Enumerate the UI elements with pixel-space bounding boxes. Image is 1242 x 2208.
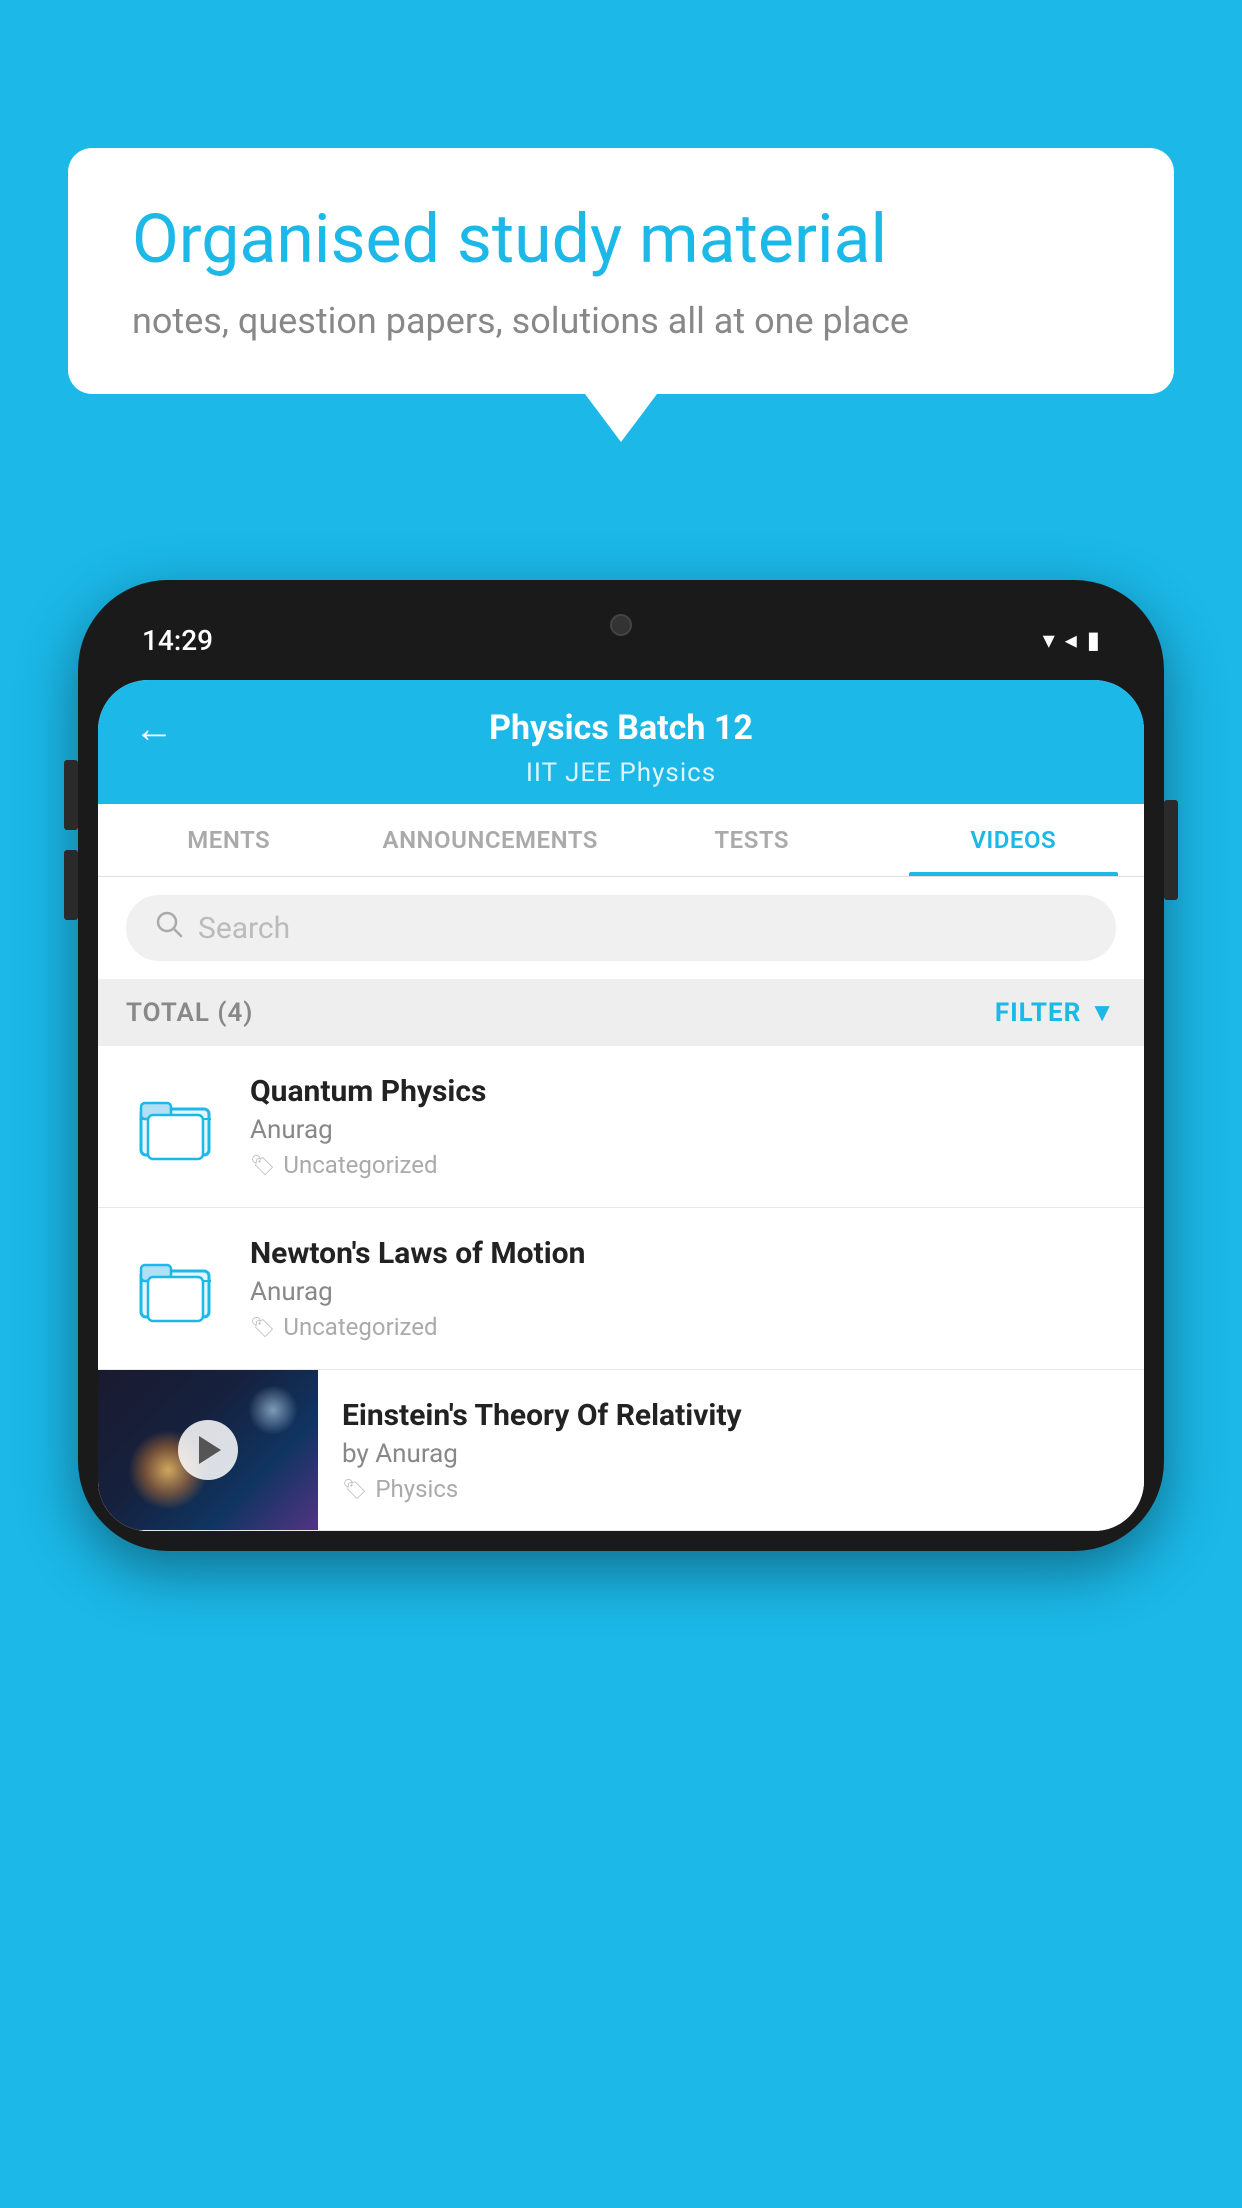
tabs-bar: MENTS ANNOUNCEMENTS TESTS VIDEOS bbox=[98, 804, 1144, 877]
tag-icon: 🏷 bbox=[250, 1153, 275, 1177]
speech-bubble-wrapper: Organised study material notes, question… bbox=[68, 148, 1174, 442]
video-info: Newton's Laws of Motion Anurag 🏷 Uncateg… bbox=[250, 1236, 1116, 1341]
search-container: Search bbox=[98, 877, 1144, 979]
header-subtitle: IIT JEE Physics bbox=[134, 758, 1108, 804]
list-item[interactable]: Newton's Laws of Motion Anurag 🏷 Uncateg… bbox=[98, 1208, 1144, 1370]
video-thumbnail-image bbox=[98, 1370, 318, 1530]
filter-button[interactable]: FILTER ▼ bbox=[995, 997, 1116, 1028]
filter-icon: ▼ bbox=[1089, 997, 1116, 1028]
tab-ments[interactable]: MENTS bbox=[98, 804, 360, 876]
list-item[interactable]: Einstein's Theory Of Relativity by Anura… bbox=[98, 1370, 1144, 1531]
tag-label: Uncategorized bbox=[283, 1313, 437, 1341]
battery-icon: ▮ bbox=[1087, 626, 1100, 654]
filter-bar: TOTAL (4) FILTER ▼ bbox=[98, 979, 1144, 1046]
search-bar[interactable]: Search bbox=[126, 895, 1116, 961]
signal-icon: ◂ bbox=[1065, 626, 1077, 654]
thumb-glow2 bbox=[248, 1385, 298, 1435]
play-button[interactable] bbox=[178, 1420, 238, 1480]
status-icons: ▾ ◂ ▮ bbox=[1043, 626, 1100, 654]
video-author: Anurag bbox=[250, 1115, 1116, 1145]
phone-frame: 14:29 ▾ ◂ ▮ ← Physics Batch 12 IIT JEE P… bbox=[78, 580, 1164, 1551]
wifi-icon: ▾ bbox=[1043, 626, 1055, 654]
tag-icon: 🏷 bbox=[342, 1477, 367, 1501]
video-tag: 🏷 Uncategorized bbox=[250, 1151, 1116, 1179]
volume-up-button[interactable] bbox=[64, 760, 78, 830]
tab-videos[interactable]: VIDEOS bbox=[883, 804, 1145, 876]
video-title: Quantum Physics bbox=[250, 1074, 1116, 1109]
status-bar: 14:29 ▾ ◂ ▮ bbox=[98, 600, 1144, 680]
list-item[interactable]: Quantum Physics Anurag 🏷 Uncategorized bbox=[98, 1046, 1144, 1208]
video-thumbnail bbox=[126, 1077, 226, 1177]
camera bbox=[610, 614, 632, 636]
search-placeholder: Search bbox=[198, 911, 290, 946]
video-tag: 🏷 Uncategorized bbox=[250, 1313, 1116, 1341]
phone-notch bbox=[551, 600, 691, 650]
video-thumbnail bbox=[126, 1239, 226, 1339]
page-title: Physics Batch 12 bbox=[489, 708, 753, 748]
video-info: Quantum Physics Anurag 🏷 Uncategorized bbox=[250, 1074, 1116, 1179]
tag-label: Physics bbox=[375, 1475, 458, 1503]
volume-down-button[interactable] bbox=[64, 850, 78, 920]
power-button[interactable] bbox=[1164, 800, 1178, 900]
video-author: by Anurag bbox=[342, 1439, 1120, 1469]
video-title: Einstein's Theory Of Relativity bbox=[342, 1398, 1120, 1433]
app-header: ← Physics Batch 12 IIT JEE Physics bbox=[98, 680, 1144, 804]
tag-label: Uncategorized bbox=[283, 1151, 437, 1179]
speech-bubble-subtitle: notes, question papers, solutions all at… bbox=[132, 300, 1110, 342]
filter-label: FILTER bbox=[995, 998, 1081, 1028]
video-title: Newton's Laws of Motion bbox=[250, 1236, 1116, 1271]
phone-wrapper: 14:29 ▾ ◂ ▮ ← Physics Batch 12 IIT JEE P… bbox=[78, 580, 1164, 1551]
status-time: 14:29 bbox=[142, 624, 213, 657]
speech-bubble-title: Organised study material bbox=[132, 200, 1110, 278]
total-count: TOTAL (4) bbox=[126, 998, 253, 1028]
play-icon bbox=[199, 1436, 221, 1464]
video-author: Anurag bbox=[250, 1277, 1116, 1307]
search-icon bbox=[154, 909, 184, 947]
tab-tests[interactable]: TESTS bbox=[621, 804, 883, 876]
video-list: Quantum Physics Anurag 🏷 Uncategorized bbox=[98, 1046, 1144, 1531]
phone-screen: ← Physics Batch 12 IIT JEE Physics MENTS… bbox=[98, 680, 1144, 1531]
video-tag: 🏷 Physics bbox=[342, 1475, 1120, 1503]
header-row: ← Physics Batch 12 bbox=[134, 708, 1108, 758]
tab-announcements[interactable]: ANNOUNCEMENTS bbox=[360, 804, 622, 876]
speech-bubble-arrow bbox=[585, 394, 657, 442]
speech-bubble-card: Organised study material notes, question… bbox=[68, 148, 1174, 394]
video-info: Einstein's Theory Of Relativity by Anura… bbox=[318, 1378, 1144, 1523]
tag-icon: 🏷 bbox=[250, 1315, 275, 1339]
back-button[interactable]: ← bbox=[134, 705, 174, 752]
